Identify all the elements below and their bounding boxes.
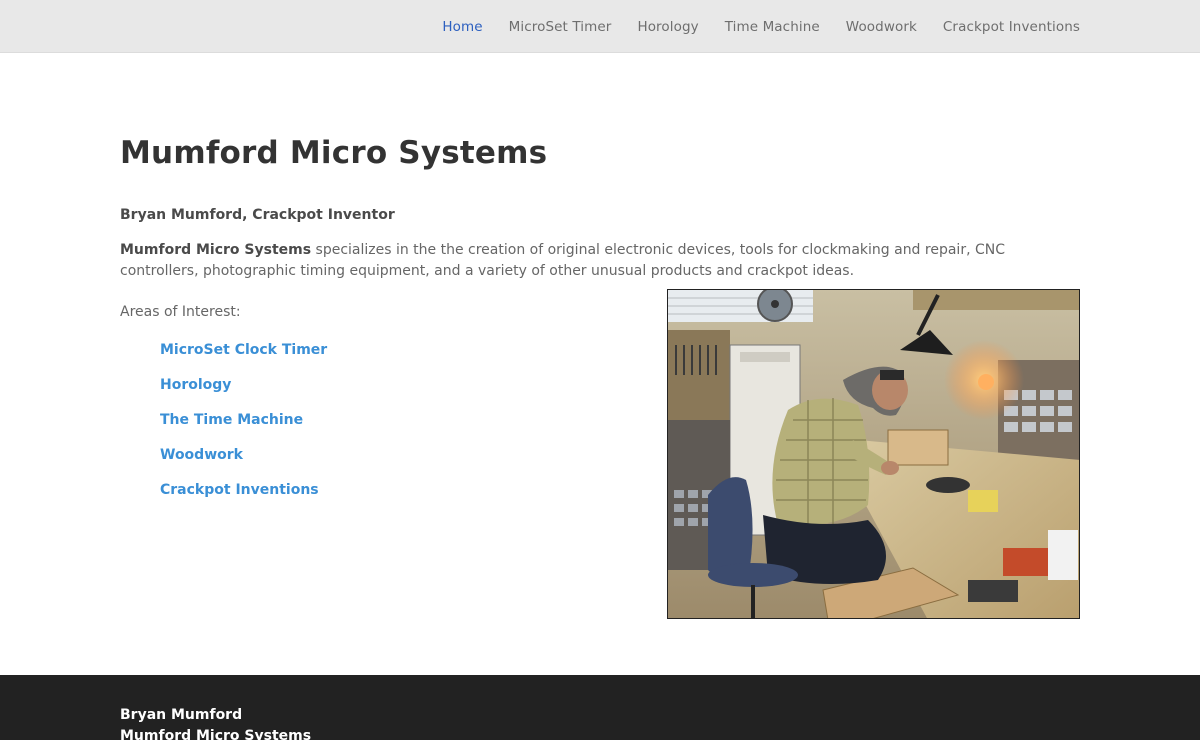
byline: Bryan Mumford, Crackpot Inventor: [120, 207, 395, 223]
nav-item-home[interactable]: Home: [442, 19, 482, 35]
list-item: Horology: [160, 374, 327, 409]
top-header: Home MicroSet Timer Horology Time Machin…: [0, 0, 1200, 53]
intro-paragraph: Mumford Micro Systems specializes in the…: [120, 240, 1020, 282]
nav-item-time-machine[interactable]: Time Machine: [725, 19, 820, 35]
page-title: Mumford Micro Systems: [120, 135, 548, 171]
nav-item-crackpot-inventions[interactable]: Crackpot Inventions: [943, 19, 1080, 35]
area-link-time-machine[interactable]: The Time Machine: [160, 412, 303, 428]
list-item: The Time Machine: [160, 409, 327, 444]
list-item: Crackpot Inventions: [160, 479, 327, 514]
list-item: Woodwork: [160, 444, 327, 479]
intro-company-name: Mumford Micro Systems: [120, 242, 312, 258]
area-link-crackpot-inventions[interactable]: Crackpot Inventions: [160, 482, 319, 498]
area-link-horology[interactable]: Horology: [160, 377, 231, 393]
nav-item-woodwork[interactable]: Woodwork: [846, 19, 917, 35]
footer-company: Mumford Micro Systems: [120, 728, 312, 740]
area-link-microset-clock-timer[interactable]: MicroSet Clock Timer: [160, 342, 327, 358]
areas-list: MicroSet Clock Timer Horology The Time M…: [160, 339, 327, 514]
area-link-woodwork[interactable]: Woodwork: [160, 447, 243, 463]
list-item: MicroSet Clock Timer: [160, 339, 327, 374]
areas-of-interest-label: Areas of Interest:: [120, 304, 241, 320]
workshop-photo-illustration: [668, 290, 1079, 618]
workshop-photo: [667, 289, 1080, 619]
footer-text: Bryan Mumford Mumford Micro Systems: [120, 705, 311, 740]
footer: Bryan Mumford Mumford Micro Systems: [0, 675, 1200, 740]
nav-item-horology[interactable]: Horology: [637, 19, 698, 35]
main-content: Mumford Micro Systems Bryan Mumford, Cra…: [120, 135, 1080, 619]
nav-item-microset-timer[interactable]: MicroSet Timer: [509, 19, 612, 35]
footer-name: Bryan Mumford: [120, 707, 243, 723]
main-nav: Home MicroSet Timer Horology Time Machin…: [442, 0, 1080, 53]
